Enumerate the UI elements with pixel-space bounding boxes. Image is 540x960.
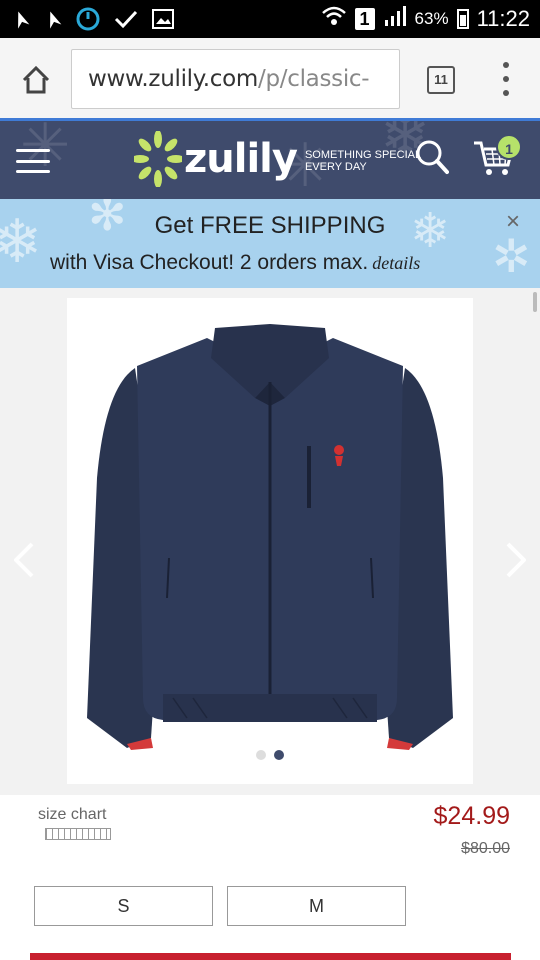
clock: 11:22 [476, 5, 530, 31]
notification-icon [12, 9, 30, 34]
promo-details-link[interactable]: details [372, 253, 420, 273]
carousel-dot-active[interactable] [274, 750, 284, 760]
promo-banner[interactable]: ❄ ✻ ❄ ✲ Get FREE SHIPPING with Visa Chec… [0, 199, 540, 288]
product-image-jacket [87, 324, 453, 750]
size-chart-link[interactable]: size chart [38, 806, 106, 824]
logo-wordmark: zulily [184, 136, 298, 182]
home-button[interactable] [16, 60, 56, 100]
overflow-menu-button[interactable] [500, 62, 512, 96]
image-icon [152, 9, 174, 34]
url-bar[interactable]: www.zulily.com/p/classic- [71, 49, 400, 109]
close-icon[interactable]: × [506, 208, 520, 236]
tab-switcher-button[interactable]: 11 [427, 66, 455, 94]
browser-toolbar: www.zulily.com/p/classic- 11 [0, 38, 540, 120]
sale-price: $24.99 [433, 802, 510, 830]
next-image-chevron-right-icon[interactable] [500, 540, 530, 580]
battery-icon [456, 8, 469, 29]
battery-percent: 63% [414, 8, 449, 28]
search-icon[interactable] [415, 139, 449, 180]
sunflower-icon [134, 131, 182, 187]
carousel-dot[interactable] [256, 750, 266, 760]
previous-image-chevron-left-icon[interactable] [10, 540, 40, 580]
promo-subline-text: with Visa Checkout! 2 orders max. [50, 251, 369, 274]
site-header: ✳ ✳ ❄ zulily SOMETHING SPECIAL EVERY DAY [0, 121, 540, 199]
signal-icon [383, 6, 407, 31]
promo-subline: with Visa Checkout! 2 orders max. details [50, 251, 420, 275]
wifi-icon [321, 5, 347, 32]
product-image-carousel[interactable] [67, 298, 473, 784]
power-app-icon [76, 7, 100, 36]
cart-count-badge: 1 [496, 134, 522, 160]
promo-headline: Get FREE SHIPPING [154, 212, 386, 239]
carousel-dots [256, 750, 284, 760]
ruler-icon[interactable] [45, 828, 111, 840]
menu-hamburger-icon[interactable] [16, 149, 50, 173]
add-to-cart-button[interactable] [30, 953, 511, 960]
url-domain: www.zulily.com [88, 66, 259, 92]
notification-icon [44, 9, 62, 34]
home-icon [22, 65, 50, 94]
check-icon [114, 9, 138, 34]
scrollbar[interactable] [533, 292, 537, 312]
original-price: $80.00 [461, 840, 510, 857]
zulily-logo[interactable]: zulily SOMETHING SPECIAL EVERY DAY [134, 131, 445, 187]
status-bar: 1 63% 11:22 [0, 0, 540, 38]
size-option-s[interactable]: S [34, 886, 213, 926]
size-option-m[interactable]: M [227, 886, 406, 926]
sim-indicator: 1 [354, 7, 375, 30]
url-path: /p/classic- [258, 66, 370, 92]
